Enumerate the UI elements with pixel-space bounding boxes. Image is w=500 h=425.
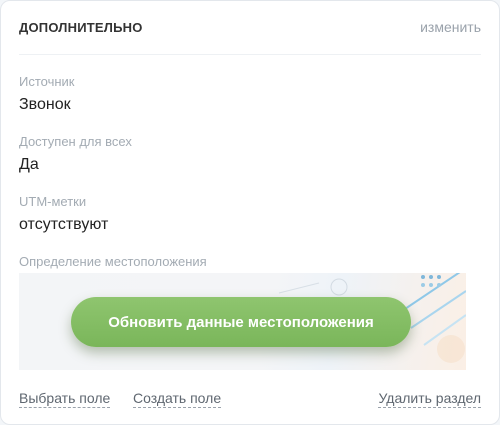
section-title: ДОПОЛНИТЕЛЬНО xyxy=(19,20,143,35)
geolocation-label: Определение местоположения xyxy=(19,254,207,269)
choose-field-link[interactable]: Выбрать поле xyxy=(19,390,111,408)
public-access-value: Да xyxy=(19,156,39,173)
additional-section-card: ДОПОЛНИТЕЛЬНО изменить Источник Звонок Д… xyxy=(0,0,500,425)
utm-label: UTM-метки xyxy=(19,194,87,209)
geolocation-banner: Обновить данные местоположения xyxy=(19,273,466,370)
create-field-link[interactable]: Создать поле xyxy=(133,390,222,408)
update-location-button[interactable]: Обновить данные местоположения xyxy=(71,297,411,347)
public-access-label: Доступен для всех xyxy=(19,134,132,149)
utm-value: отсутствуют xyxy=(19,216,109,233)
source-value: Звонок xyxy=(19,96,71,113)
section-header: ДОПОЛНИТЕЛЬНО изменить xyxy=(19,1,481,55)
edit-section-link[interactable]: изменить xyxy=(420,19,481,35)
source-label: Источник xyxy=(19,74,75,89)
delete-section-link[interactable]: Удалить раздел xyxy=(378,390,481,408)
